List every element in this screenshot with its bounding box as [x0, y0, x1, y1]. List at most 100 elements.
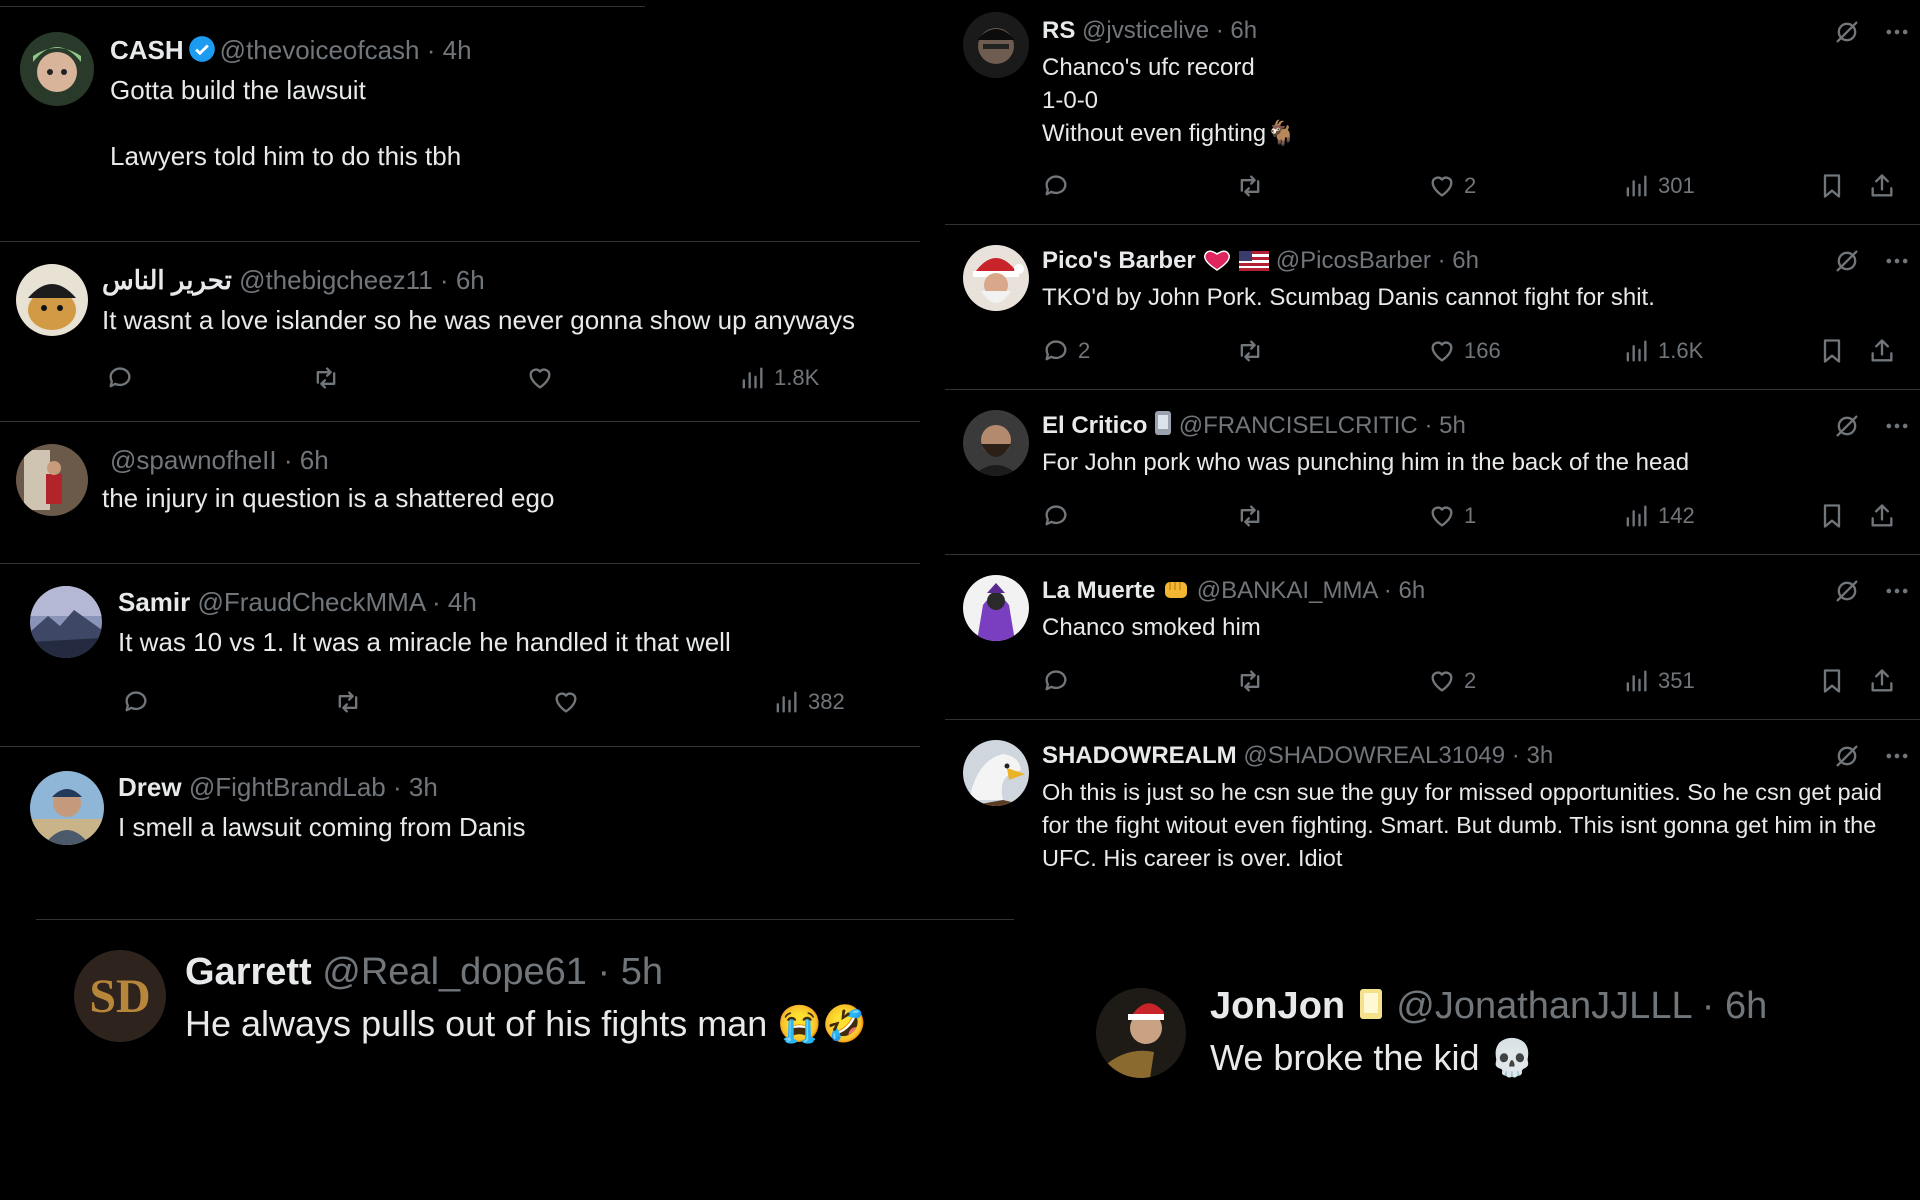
retweet-button[interactable]	[334, 688, 362, 716]
retweet-button[interactable]	[1236, 502, 1264, 530]
like-button[interactable]: 1	[1428, 502, 1476, 530]
reply-button[interactable]	[1042, 502, 1078, 530]
grok-icon[interactable]	[1833, 412, 1861, 440]
tweet-time[interactable]: 6h	[456, 265, 485, 295]
user-name[interactable]: JonJon	[1210, 985, 1345, 1027]
like-button[interactable]	[552, 688, 580, 716]
tweet-time[interactable]: 5h	[621, 951, 663, 993]
views-button[interactable]: 382	[772, 688, 845, 716]
views-button[interactable]: 1.8K	[738, 364, 819, 392]
share-button[interactable]	[1868, 502, 1896, 530]
share-button[interactable]	[1868, 337, 1896, 365]
user-name[interactable]: Garrett	[185, 951, 312, 993]
bookmark-button[interactable]	[1818, 337, 1846, 365]
tweet-el-critico[interactable]: El Critico @FRANCISELCRITIC · 5h For Joh…	[945, 390, 1920, 554]
more-options-icon[interactable]	[1883, 247, 1911, 275]
tweet-time[interactable]: 6h	[1725, 985, 1767, 1027]
user-name[interactable]: RS	[1042, 17, 1075, 44]
share-button[interactable]	[1868, 172, 1896, 200]
tweet-shadowrealm[interactable]: SHADOWREALM @SHADOWREAL31049 · 3h Oh thi…	[945, 720, 1920, 890]
user-handle[interactable]: @jvsticelive	[1082, 17, 1209, 44]
avatar[interactable]	[16, 264, 88, 336]
tweet-cash[interactable]: CASH @thevoiceofcash · 4h Gotta build the…	[0, 0, 920, 240]
like-button[interactable]	[526, 364, 554, 392]
retweet-button[interactable]	[1236, 337, 1264, 365]
retweet-button[interactable]	[1236, 172, 1264, 200]
more-options-icon[interactable]	[1883, 18, 1911, 46]
tweet-drew[interactable]: Drew @FightBrandLab · 3h I smell a lawsu…	[0, 747, 920, 887]
like-button[interactable]: 166	[1428, 337, 1501, 365]
share-button[interactable]	[1868, 667, 1896, 695]
tweet-time[interactable]: 6h	[1398, 577, 1425, 604]
retweet-button[interactable]	[1236, 667, 1264, 695]
tweet-time[interactable]: 6h	[1452, 247, 1479, 274]
avatar[interactable]	[963, 740, 1029, 806]
user-handle[interactable]: @PicosBarber	[1276, 247, 1431, 274]
avatar[interactable]	[963, 245, 1029, 311]
tweet-rs[interactable]: RS @jvsticelive · 6h Chanco's ufc record…	[945, 0, 1920, 224]
bookmark-button[interactable]	[1818, 502, 1846, 530]
tweet-picos-barber[interactable]: Pico's Barber @PicosBarber · 6h TKO'd by…	[945, 225, 1920, 389]
user-name[interactable]: Pico's Barber	[1042, 247, 1196, 274]
avatar[interactable]: SD	[74, 950, 166, 1042]
reply-button[interactable]	[1042, 172, 1078, 200]
bookmark-button[interactable]	[1818, 667, 1846, 695]
avatar[interactable]	[20, 32, 94, 106]
more-options-icon[interactable]	[1883, 742, 1911, 770]
user-handle[interactable]: @JonathanJJLLL	[1396, 985, 1691, 1027]
user-handle[interactable]: @Real_dope61	[322, 951, 587, 993]
reply-button[interactable]	[106, 364, 134, 392]
user-handle[interactable]: @spawnofheII	[110, 445, 277, 475]
user-handle[interactable]: @SHADOWREAL31049	[1243, 742, 1505, 769]
tweet-la-muerte[interactable]: La Muerte @BANKAI_MMA · 6h Chanco smoked…	[945, 555, 1920, 719]
tweet-garrett[interactable]: SD Garrett @Real_dope61 · 5h He always p…	[0, 920, 940, 1080]
user-handle[interactable]: @FightBrandLab	[189, 772, 386, 802]
like-button[interactable]: 2	[1428, 667, 1476, 695]
tweet-time[interactable]: 4h	[448, 587, 477, 617]
grok-icon[interactable]	[1833, 247, 1861, 275]
avatar[interactable]	[30, 586, 102, 658]
views-button[interactable]: 301	[1622, 172, 1695, 200]
avatar[interactable]	[1096, 988, 1186, 1078]
tweet-time[interactable]: 6h	[1230, 17, 1257, 44]
bookmark-button[interactable]	[1818, 172, 1846, 200]
avatar[interactable]	[963, 12, 1029, 78]
user-handle[interactable]: @BANKAI_MMA	[1197, 577, 1377, 604]
views-button[interactable]: 1.6K	[1622, 337, 1703, 365]
tweet-time[interactable]: 6h	[300, 445, 329, 475]
user-name[interactable]: SHADOWREALM	[1042, 742, 1237, 769]
avatar[interactable]	[16, 444, 88, 516]
like-button[interactable]: 2	[1428, 172, 1476, 200]
reply-button[interactable]: 2	[1042, 337, 1090, 365]
views-button[interactable]: 351	[1622, 667, 1695, 695]
tweet-time[interactable]: 3h	[1526, 742, 1553, 769]
user-name[interactable]: CASH	[110, 35, 184, 65]
avatar[interactable]	[963, 575, 1029, 641]
user-name[interactable]: تحرير الناس	[102, 265, 232, 295]
user-name[interactable]: El Critico	[1042, 412, 1147, 439]
retweet-button[interactable]	[312, 364, 340, 392]
grok-icon[interactable]	[1833, 18, 1861, 46]
tweet-thebigcheez[interactable]: تحرير الناس @thebigcheez11 · 6h It wasnt…	[0, 242, 920, 420]
user-name[interactable]: Samir	[118, 587, 190, 617]
more-options-icon[interactable]	[1883, 412, 1911, 440]
grok-icon[interactable]	[1833, 577, 1861, 605]
user-handle[interactable]: @FRANCISELCRITIC	[1179, 412, 1418, 439]
avatar[interactable]	[30, 771, 104, 845]
reply-button[interactable]	[1042, 667, 1078, 695]
tweet-time[interactable]: 3h	[409, 772, 438, 802]
grok-icon[interactable]	[1833, 742, 1861, 770]
avatar[interactable]	[963, 410, 1029, 476]
user-name[interactable]: Drew	[118, 772, 182, 802]
user-handle[interactable]: @thevoiceofcash	[220, 35, 420, 65]
tweet-jonjon[interactable]: JonJon @JonathanJJLLL · 6h We broke the …	[1080, 940, 1900, 1100]
tweet-time[interactable]: 5h	[1439, 412, 1466, 439]
tweet-spawnofheII[interactable]: @spawnofheII · 6h the injury in question…	[0, 422, 920, 562]
views-button[interactable]: 142	[1622, 502, 1695, 530]
user-name[interactable]: La Muerte	[1042, 577, 1155, 604]
tweet-samir[interactable]: Samir @FraudCheckMMA · 4h It was 10 vs 1…	[0, 564, 920, 746]
more-options-icon[interactable]	[1883, 577, 1911, 605]
user-handle[interactable]: @thebigcheez11	[239, 265, 433, 295]
reply-button[interactable]	[122, 688, 150, 716]
tweet-time[interactable]: 4h	[443, 35, 472, 65]
